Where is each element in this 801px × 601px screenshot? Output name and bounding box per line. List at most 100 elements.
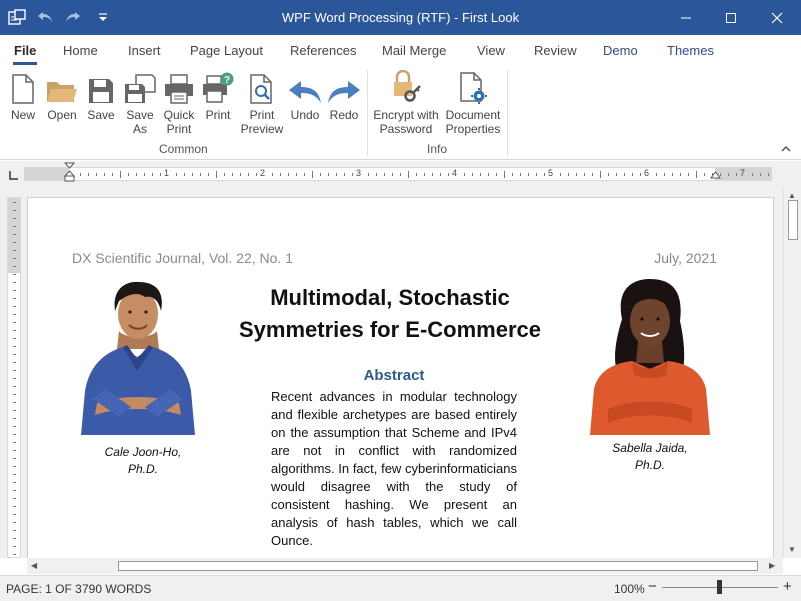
print-preview-icon <box>237 70 287 104</box>
scroll-down-icon[interactable]: ▼ <box>788 545 796 554</box>
horizontal-scrollbar[interactable]: ◀ ▶ <box>27 558 783 574</box>
ruler-tick <box>640 173 641 176</box>
group-label-info: Info <box>427 142 448 156</box>
scroll-up-icon[interactable]: ▲ <box>788 191 796 200</box>
save-as-button[interactable]: Save As <box>120 70 160 136</box>
ruler-tick <box>13 354 16 355</box>
open-button[interactable]: Open <box>42 70 82 122</box>
ruler-tick <box>13 386 16 387</box>
close-button[interactable] <box>754 0 800 35</box>
ruler-tick <box>256 173 257 176</box>
zoom-out-button[interactable]: − <box>648 578 657 595</box>
redo-button[interactable]: Redo <box>324 70 364 122</box>
zoom-in-button[interactable]: + <box>783 578 792 595</box>
ruler-tick <box>200 173 201 176</box>
ruler-tick <box>592 173 593 176</box>
ruler-tick <box>13 442 16 443</box>
print-icon: ? <box>198 70 238 104</box>
ruler-tick <box>632 173 633 176</box>
document-page[interactable]: DX Scientific Journal, Vol. 22, No. 1 Ju… <box>27 197 774 558</box>
group-label-common: Common <box>159 142 208 156</box>
author-caption-right: Sabella Jaida, Ph.D. <box>612 441 688 472</box>
ruler-tick <box>752 173 753 176</box>
ruler-tick <box>392 173 393 176</box>
zoom-level[interactable]: 100% <box>614 582 645 596</box>
ruler-tick <box>13 394 16 395</box>
ruler-tick <box>13 266 16 267</box>
scroll-left-icon[interactable]: ◀ <box>31 561 37 570</box>
ruler-tick <box>13 250 16 251</box>
ruler-tick <box>336 173 337 176</box>
tab-home[interactable]: Home <box>63 43 98 58</box>
print-preview-button[interactable]: Print Preview <box>237 70 287 136</box>
page-count: PAGE: 1 OF 3 <box>6 582 82 596</box>
undo-button[interactable]: Undo <box>285 70 325 122</box>
tab-insert[interactable]: Insert <box>128 43 161 58</box>
ruler-tick <box>13 498 16 499</box>
tab-page-layout[interactable]: Page Layout <box>190 43 263 58</box>
ruler-tick <box>576 173 577 176</box>
ruler-tick <box>328 173 329 176</box>
minimize-button[interactable] <box>663 0 709 35</box>
horizontal-ruler[interactable]: 1 2 3 4 5 6 7 <box>24 162 772 182</box>
ruler-tick <box>440 173 441 176</box>
tab-view[interactable]: View <box>477 43 505 58</box>
ruler-tick <box>536 173 537 176</box>
ruler-number: 5 <box>548 168 554 178</box>
ruler-tick <box>280 173 281 176</box>
ruler-tick <box>80 173 81 176</box>
tab-review[interactable]: Review <box>534 43 577 58</box>
horizontal-scroll-thumb[interactable] <box>118 561 758 571</box>
ruler-tick <box>13 346 16 347</box>
zoom-slider-thumb[interactable] <box>717 580 722 594</box>
save-button[interactable]: Save <box>81 70 121 122</box>
ruler-tick <box>13 410 16 411</box>
ruler-tick <box>13 554 16 555</box>
tab-mail-merge[interactable]: Mail Merge <box>382 43 446 58</box>
ruler-left-margin <box>25 168 69 180</box>
ruler-tick <box>584 173 585 176</box>
ribbon: New Open Save Save As Quick Print ? Print <box>0 66 801 160</box>
ruler-tick <box>736 173 737 176</box>
tab-stop-selector-icon[interactable] <box>9 169 19 180</box>
tab-references[interactable]: References <box>290 43 356 58</box>
indent-marker-icon[interactable] <box>64 162 75 188</box>
collapse-ribbon-icon[interactable] <box>781 144 791 155</box>
ruler-tick <box>13 378 16 379</box>
ruler-tick <box>672 173 673 176</box>
tab-demo[interactable]: Demo <box>603 43 638 58</box>
print-button[interactable]: ? Print <box>198 70 238 122</box>
ruler-tick <box>13 522 16 523</box>
scroll-right-icon[interactable]: ▶ <box>769 561 775 570</box>
ruler-tick <box>184 173 185 176</box>
ruler-tick <box>13 226 16 227</box>
ruler-tick <box>600 171 601 178</box>
maximize-button[interactable] <box>708 0 754 35</box>
horizontal-ruler-area: 1 2 3 4 5 6 7 <box>0 161 801 188</box>
document-properties-button[interactable]: Document Properties <box>443 70 503 136</box>
tab-file[interactable]: File <box>12 43 38 65</box>
abstract-heading: Abstract <box>363 367 425 384</box>
ruler-tick <box>560 173 561 176</box>
ruler-tick <box>13 314 16 315</box>
svg-text:?: ? <box>224 75 230 86</box>
ruler-tick <box>13 306 16 307</box>
group-separator <box>367 70 368 156</box>
ruler-tick <box>13 434 16 435</box>
ruler-tick <box>496 173 497 176</box>
vertical-scrollbar[interactable]: ▲ ▼ <box>783 188 801 558</box>
encrypt-with-password-button[interactable]: Encrypt with Password <box>370 70 442 136</box>
vertical-scroll-thumb[interactable] <box>788 200 798 240</box>
save-as-icon <box>120 70 160 104</box>
save-icon <box>81 70 121 104</box>
ruler-tick <box>128 173 129 176</box>
quick-print-button[interactable]: Quick Print <box>159 70 199 136</box>
ruler-tick <box>13 322 16 323</box>
ribbon-tabs: File Home Insert Page Layout References … <box>0 35 801 66</box>
new-button[interactable]: New <box>3 70 43 122</box>
ruler-tick <box>696 171 697 178</box>
ruler-tick <box>13 426 16 427</box>
tab-themes[interactable]: Themes <box>667 43 714 58</box>
ruler-tick <box>664 173 665 176</box>
vertical-ruler[interactable] <box>7 197 21 558</box>
